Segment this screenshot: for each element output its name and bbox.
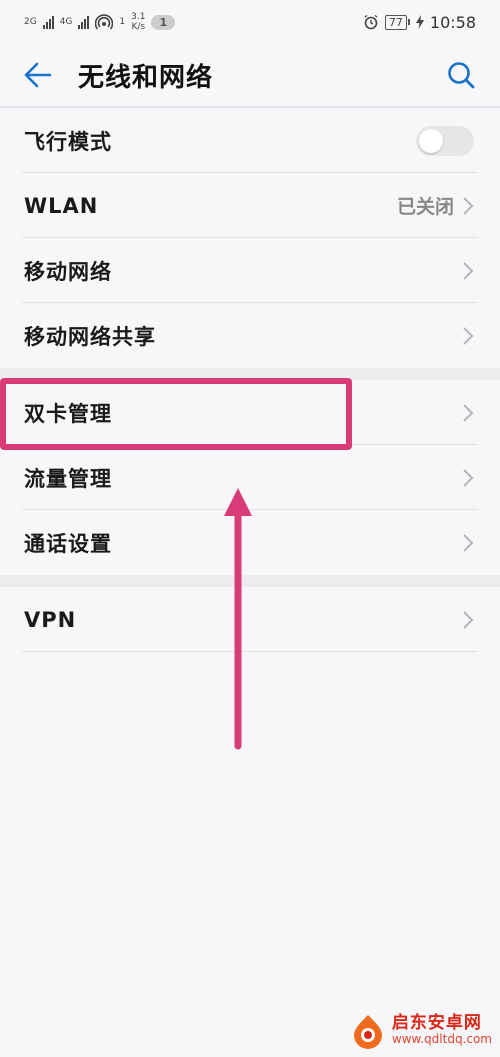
list-item-airplane-mode[interactable]: 飞行模式 (0, 108, 500, 173)
status-right: 77 10:58 (363, 13, 476, 32)
notification-badge: 1 (151, 14, 176, 30)
list-item-label: 移动网络 (24, 259, 112, 284)
annotation-arrow-up-icon (224, 488, 252, 750)
watermark-text: 启东安卓网 www.qdltdq.com (392, 1015, 492, 1047)
status-bar: 2G 4G 1 3.1 K/s 1 77 10:58 (0, 0, 500, 44)
chevron-right-icon (463, 468, 474, 487)
network-type-1: 2G (24, 16, 37, 27)
chevron-right-icon (463, 533, 474, 552)
chevron-right-icon (463, 326, 474, 345)
list-item-tethering[interactable]: 移动网络共享 (0, 303, 500, 368)
watermark-logo-icon (353, 1015, 382, 1049)
page-title: 无线和网络 (78, 62, 214, 93)
watermark-name: 启东安卓网 (391, 1013, 482, 1033)
wlan-status: 已关闭 (396, 196, 454, 218)
hotspot-count: 1 (119, 16, 126, 27)
list-item-label: VPN (24, 607, 77, 632)
search-icon[interactable] (446, 60, 476, 90)
chevron-right-icon (463, 261, 474, 280)
app-bar: 无线和网络 (0, 44, 500, 106)
net-speed-value: 3.1 (131, 12, 146, 22)
settings-group-1: 飞行模式 WLAN 已关闭 移动网络 移动网络共享 (0, 108, 500, 368)
watermark: 启东安卓网 www.qdltdq.com (350, 1013, 492, 1049)
list-item-label: WLAN (24, 193, 99, 218)
network-type-2: 4G (59, 16, 73, 27)
alarm-icon (364, 14, 378, 30)
list-item-label: 飞行模式 (24, 129, 112, 154)
list-item-wlan[interactable]: WLAN 已关闭 (0, 173, 500, 238)
annotation-highlight-box (0, 378, 352, 450)
battery-icon: 77 (384, 14, 410, 30)
status-left: 2G 4G 1 3.1 K/s 1 (24, 12, 176, 32)
airplane-mode-toggle[interactable] (416, 125, 474, 156)
net-speed-unit: K/s (131, 22, 146, 32)
charging-icon (415, 15, 424, 29)
list-item-label: 移动网络共享 (24, 324, 156, 349)
list-item-label: 流量管理 (24, 466, 112, 491)
chevron-right-icon (463, 403, 474, 422)
chevron-right-icon (463, 610, 474, 629)
chevron-right-icon (463, 196, 474, 215)
list-item-label: 通话设置 (24, 531, 112, 556)
watermark-url: www.qdltdq.com (391, 1032, 492, 1046)
net-speed: 3.1 K/s (131, 12, 145, 32)
battery-level: 77 (384, 14, 407, 30)
clock: 10:58 (429, 12, 476, 32)
signal-icon (42, 15, 54, 29)
list-item-mobile-network[interactable]: 移动网络 (0, 238, 500, 303)
hotspot-icon (95, 14, 114, 30)
signal-icon-2 (78, 15, 90, 29)
back-arrow-icon[interactable] (22, 59, 54, 91)
